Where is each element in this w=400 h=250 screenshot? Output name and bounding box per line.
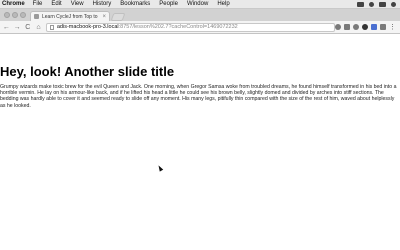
browser-toolbar: ← → C ⌂ adis-macbook-pro-3.local :8757/l… [0, 21, 400, 34]
browser-tab-active[interactable]: Learn CycleJ from Top to × [30, 11, 110, 21]
menu-view[interactable]: View [71, 1, 84, 7]
page-paragraph: Grumpy wizards make toxic brew for the e… [0, 84, 397, 109]
tab-close-icon[interactable]: × [102, 14, 106, 20]
reload-button[interactable]: C [23, 21, 32, 34]
battery-status-icon[interactable] [379, 1, 386, 7]
menu-window[interactable]: Window [187, 1, 208, 7]
menu-help[interactable]: Help [217, 1, 229, 7]
page-title: Hey, look! Another slide title [0, 64, 175, 79]
spotlight-icon[interactable] [391, 1, 396, 7]
extension-icon[interactable] [362, 24, 368, 30]
page-content: Hey, look! Another slide title Grumpy wi… [0, 34, 400, 250]
back-button[interactable]: ← [2, 21, 11, 34]
dropbox-status-icon[interactable] [357, 1, 364, 7]
new-tab-button[interactable] [110, 13, 126, 21]
menu-people[interactable]: People [159, 1, 178, 7]
menu-history[interactable]: History [93, 1, 112, 7]
window-close-light[interactable] [4, 12, 10, 18]
forward-button[interactable]: → [13, 21, 22, 34]
menu-file[interactable]: File [33, 1, 43, 7]
menu-app-name[interactable]: Chrome [0, 1, 25, 7]
menu-status-area [357, 1, 400, 7]
page-info-icon[interactable] [49, 24, 54, 30]
extension-icons: ⋮ [335, 24, 400, 31]
mouse-cursor-icon [156, 164, 164, 172]
extension-icon[interactable] [371, 24, 377, 30]
chrome-menu-icon[interactable]: ⋮ [389, 24, 396, 31]
tab-favicon-icon [34, 14, 39, 19]
url-host: adis-macbook-pro-3.local [56, 24, 119, 30]
menu-edit[interactable]: Edit [51, 1, 61, 7]
window-zoom-light[interactable] [20, 12, 26, 18]
extension-icon[interactable] [353, 24, 359, 30]
window-minimize-light[interactable] [12, 12, 18, 18]
tab-title: Learn CycleJ from Top to [42, 13, 98, 20]
extension-icon[interactable] [344, 24, 350, 30]
extension-icon[interactable] [335, 24, 341, 30]
home-button[interactable]: ⌂ [34, 21, 43, 34]
tab-strip: Learn CycleJ from Top to × [0, 9, 400, 21]
address-bar[interactable]: adis-macbook-pro-3.local :8757/lesson%20… [45, 22, 335, 32]
menu-bookmarks[interactable]: Bookmarks [120, 1, 150, 7]
wifi-status-icon[interactable] [369, 1, 374, 7]
macos-menu-bar: Chrome File Edit View History Bookmarks … [0, 0, 400, 9]
url-path: :8757/lesson%202.7?cacheControl=14690722… [118, 24, 238, 30]
extension-icon[interactable] [380, 24, 386, 30]
